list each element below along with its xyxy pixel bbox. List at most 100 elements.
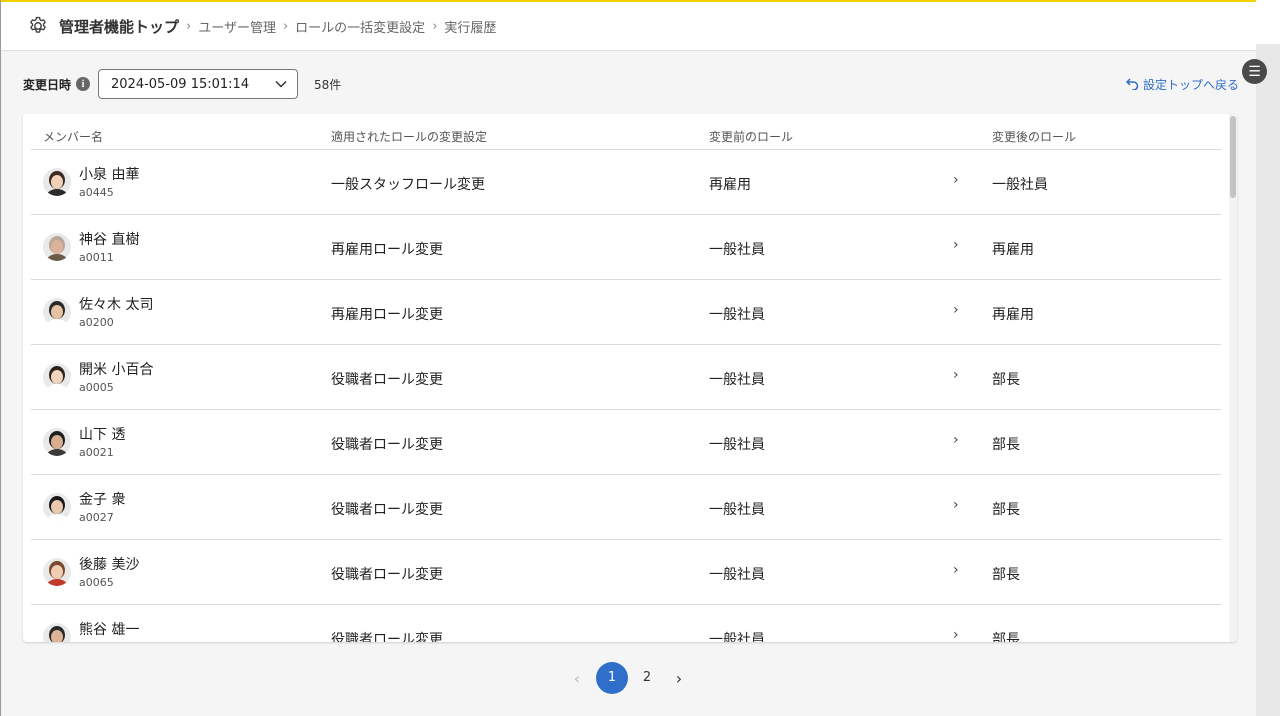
top-header: 管理者機能トップ › ユーザー管理 › ロールの一括変更設定 › 実行履歴 bbox=[1, 0, 1257, 51]
member-id: a0021 bbox=[79, 446, 114, 459]
member-name: 開米 小百合 bbox=[79, 362, 154, 378]
member-name: 後藤 美沙 bbox=[79, 557, 140, 573]
chevron-right-icon: › bbox=[186, 18, 192, 34]
table-row: 金子 衆 a0027 役職者ロール変更 一般社員 › 部長 bbox=[31, 475, 1221, 540]
female-avatar-icon bbox=[43, 558, 71, 586]
role-before: 一般社員 bbox=[709, 567, 765, 583]
table-row: 佐々木 太司 a0200 再雇用ロール変更 一般社員 › 再雇用 bbox=[31, 280, 1221, 345]
breadcrumb-bulk-role-settings[interactable]: ロールの一括変更設定 bbox=[295, 17, 425, 36]
column-role-before: 変更前のロール bbox=[709, 130, 794, 144]
column-applied-setting: 適用されたロールの変更設定 bbox=[331, 130, 488, 144]
table-row: 開米 小百合 a0005 役職者ロール変更 一般社員 › 部長 bbox=[31, 345, 1221, 410]
chevron-right-icon: › bbox=[953, 627, 959, 642]
breadcrumb-user-management[interactable]: ユーザー管理 bbox=[198, 17, 276, 36]
member-name: 神谷 直樹 bbox=[79, 232, 140, 248]
role-before: 一般社員 bbox=[709, 242, 765, 258]
right-strip-top bbox=[1256, 0, 1280, 44]
vertical-scrollbar[interactable] bbox=[1229, 114, 1237, 642]
table-row: 後藤 美沙 a0065 役職者ロール変更 一般社員 › 部長 bbox=[31, 540, 1221, 605]
right-strip-body bbox=[1256, 44, 1280, 716]
date-select-value: 2024-05-09 15:01:14 bbox=[111, 76, 250, 92]
role-before: 一般社員 bbox=[709, 437, 765, 453]
role-after: 部長 bbox=[992, 437, 1020, 453]
applied-setting: 役職者ロール変更 bbox=[331, 372, 443, 388]
result-count: 58件 bbox=[314, 77, 342, 92]
table-header: メンバー名 適用されたロールの変更設定 変更前のロール 変更後のロール bbox=[31, 114, 1221, 150]
role-before: 再雇用 bbox=[709, 177, 751, 193]
role-after: 部長 bbox=[992, 632, 1020, 642]
info-icon[interactable]: i bbox=[76, 77, 91, 91]
chevron-right-icon: › bbox=[282, 18, 289, 34]
applied-setting: 役職者ロール変更 bbox=[331, 567, 443, 583]
member-id: a0027 bbox=[79, 511, 114, 524]
right-side-strip bbox=[1256, 0, 1280, 716]
role-after: 部長 bbox=[992, 567, 1020, 583]
app-window: 管理者機能トップ › ユーザー管理 › ロールの一括変更設定 › 実行履歴 変更… bbox=[0, 0, 1257, 716]
back-to-settings-link[interactable]: 設定トップへ戻る bbox=[1125, 76, 1239, 93]
date-select[interactable]: 2024-05-09 15:01:14 bbox=[98, 69, 299, 99]
member-id: a0005 bbox=[79, 381, 114, 394]
scrollbar-thumb[interactable] bbox=[1230, 116, 1236, 198]
filter-toolbar: 変更日時 i 2024-05-09 15:01:14 58件 設定トップへ戻る bbox=[23, 69, 1239, 99]
role-after: 部長 bbox=[992, 502, 1020, 518]
member-name: 金子 衆 bbox=[79, 492, 126, 508]
undo-arrow-icon bbox=[1125, 78, 1139, 90]
table-body: 小泉 由華 a0445 一般スタッフロール変更 再雇用 › 一般社員 神谷 直樹 a0011 再… bbox=[31, 150, 1221, 642]
chevron-down-icon bbox=[275, 80, 287, 88]
chevron-right-icon: › bbox=[432, 18, 438, 34]
chevron-right-icon: › bbox=[953, 172, 959, 188]
male-avatar-icon bbox=[43, 623, 71, 642]
table-row: 熊谷 雄一役職者ロール変更 一般社員 › 部長 bbox=[31, 605, 1221, 642]
male-avatar-icon bbox=[43, 428, 71, 456]
next-page-icon[interactable]: › bbox=[663, 669, 695, 688]
male-avatar-icon bbox=[43, 298, 71, 326]
page-2-button[interactable]: 2 bbox=[631, 662, 663, 694]
member-id: a0445 bbox=[79, 186, 114, 199]
female-avatar-icon bbox=[43, 363, 71, 391]
page-1-button[interactable]: 1 bbox=[596, 662, 628, 694]
role-before: 一般社員 bbox=[709, 632, 765, 642]
role-after: 一般社員 bbox=[992, 177, 1048, 193]
breadcrumb-execution-history: 実行履歴 bbox=[444, 20, 497, 36]
table-row: 神谷 直樹 a0011 再雇用ロール変更 一般社員 › 再雇用 bbox=[31, 215, 1221, 280]
prev-page-icon[interactable]: ‹ bbox=[561, 669, 593, 688]
member-id: a0200 bbox=[79, 316, 114, 329]
role-after: 再雇用 bbox=[992, 307, 1034, 323]
menu-icon[interactable]: ☰ bbox=[1242, 59, 1267, 84]
member-id: a0065 bbox=[79, 576, 114, 589]
role-after: 再雇用 bbox=[992, 242, 1034, 258]
chevron-right-icon: › bbox=[953, 367, 959, 383]
applied-setting: 役職者ロール変更 bbox=[331, 437, 443, 453]
role-before: 一般社員 bbox=[709, 372, 765, 388]
member-name: 佐々木 太司 bbox=[79, 297, 154, 313]
male-avatar-icon bbox=[43, 233, 71, 261]
breadcrumb-home[interactable]: 管理者機能トップ bbox=[59, 16, 179, 37]
column-member-name: メンバー名 bbox=[43, 130, 104, 144]
applied-setting: 再雇用ロール変更 bbox=[331, 242, 443, 258]
pagination: ‹ 1 2 › bbox=[561, 662, 701, 694]
table-row: 小泉 由華 a0445 一般スタッフロール変更 再雇用 › 一般社員 bbox=[31, 150, 1221, 215]
female-avatar-icon bbox=[43, 168, 71, 196]
member-name: 小泉 由華 bbox=[79, 167, 140, 183]
applied-setting: 再雇用ロール変更 bbox=[331, 307, 443, 323]
applied-setting: 役職者ロール変更 bbox=[331, 632, 443, 642]
chevron-right-icon: › bbox=[953, 237, 959, 253]
date-label: 変更日時 bbox=[23, 77, 72, 92]
chevron-right-icon: › bbox=[953, 497, 959, 513]
role-after: 部長 bbox=[992, 372, 1020, 388]
table-row: 山下 透 a0021 役職者ロール変更 一般社員 › 部長 bbox=[31, 410, 1221, 475]
column-role-after: 変更後のロール bbox=[992, 130, 1077, 144]
gear-icon bbox=[30, 16, 46, 33]
role-before: 一般社員 bbox=[709, 502, 765, 518]
role-before: 一般社員 bbox=[709, 307, 765, 323]
applied-setting: 役職者ロール変更 bbox=[331, 502, 443, 518]
male-avatar-icon bbox=[43, 493, 71, 521]
member-name: 山下 透 bbox=[79, 427, 126, 443]
history-table-card: メンバー名 適用されたロールの変更設定 変更前のロール 変更後のロール 小泉 由… bbox=[23, 114, 1237, 642]
back-link-label: 設定トップへ戻る bbox=[1142, 77, 1239, 92]
member-name: 熊谷 雄一 bbox=[79, 622, 140, 638]
chevron-right-icon: › bbox=[953, 562, 959, 578]
applied-setting: 一般スタッフロール変更 bbox=[331, 177, 485, 193]
chevron-right-icon: › bbox=[953, 302, 959, 318]
chevron-right-icon: › bbox=[953, 432, 959, 448]
